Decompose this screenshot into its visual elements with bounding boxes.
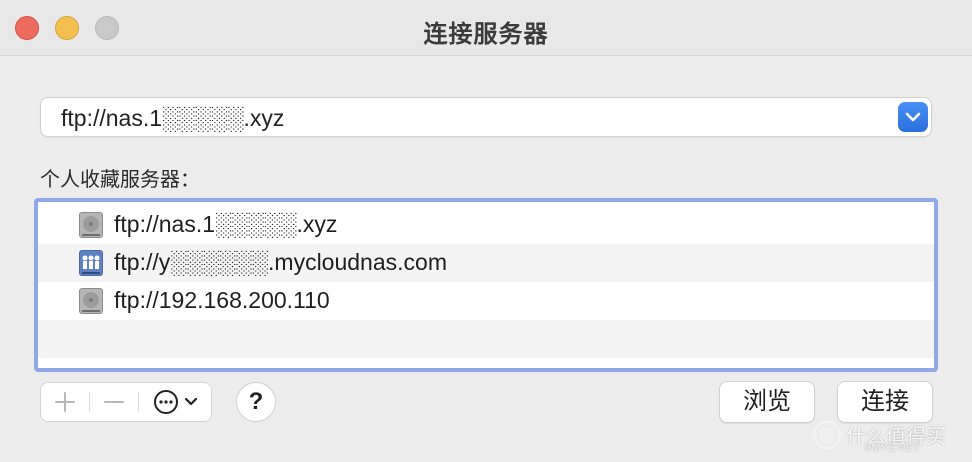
empty-list-row bbox=[38, 320, 934, 358]
favorite-server-label: ftp://nas.1░░░░░.xyz bbox=[114, 211, 338, 237]
connect-to-server-window: 连接服务器 ftp://nas.1░░░░░.xyz 个人收藏服务器： ftp:… bbox=[0, 0, 972, 462]
plus-icon bbox=[55, 392, 75, 412]
hard-drive-icon bbox=[79, 288, 103, 314]
ellipsis-circle-icon bbox=[154, 390, 198, 414]
network-server-icon bbox=[79, 250, 103, 276]
server-address-input[interactable]: ftp://nas.1░░░░░.xyz bbox=[61, 105, 284, 132]
watermark-subtext: SMYZ.NET bbox=[864, 442, 920, 454]
browse-button[interactable]: 浏览 bbox=[719, 381, 815, 423]
remove-favorite-button[interactable] bbox=[90, 383, 138, 421]
minus-icon bbox=[104, 401, 124, 403]
help-button[interactable]: ? bbox=[236, 382, 276, 422]
watermark: 值 什么值得买 SMYZ.NET bbox=[812, 418, 962, 456]
server-address-combobox[interactable]: ftp://nas.1░░░░░.xyz bbox=[40, 97, 932, 137]
favorite-server-row[interactable]: ftp://y░░░░░░.mycloudnas.com bbox=[38, 244, 934, 282]
favorites-edit-segmented-control bbox=[40, 382, 212, 422]
more-actions-menu-button[interactable] bbox=[139, 383, 211, 421]
favorite-server-row[interactable]: ftp://nas.1░░░░░.xyz bbox=[38, 206, 934, 244]
address-history-dropdown-button[interactable] bbox=[898, 102, 928, 132]
favorite-server-label: ftp://192.168.200.110 bbox=[114, 287, 330, 313]
favorite-servers-label: 个人收藏服务器： bbox=[40, 169, 200, 191]
favorite-server-row[interactable]: ftp://192.168.200.110 bbox=[38, 282, 934, 320]
chevron-down-icon bbox=[905, 112, 921, 122]
hard-drive-icon bbox=[79, 212, 103, 238]
svg-text:值: 值 bbox=[819, 426, 835, 445]
watermark-logo-icon: 值 bbox=[813, 421, 841, 449]
add-favorite-button[interactable] bbox=[41, 383, 89, 421]
window-title: 连接服务器 bbox=[423, 21, 549, 48]
favorite-servers-list[interactable]: ftp://nas.1░░░░░.xyz ftp://y░░░░░░.myclo… bbox=[34, 198, 938, 372]
connect-button[interactable]: 连接 bbox=[837, 381, 933, 423]
title-bar: 连接服务器 bbox=[0, 0, 972, 56]
favorite-server-label: ftp://y░░░░░░.mycloudnas.com bbox=[114, 249, 447, 275]
